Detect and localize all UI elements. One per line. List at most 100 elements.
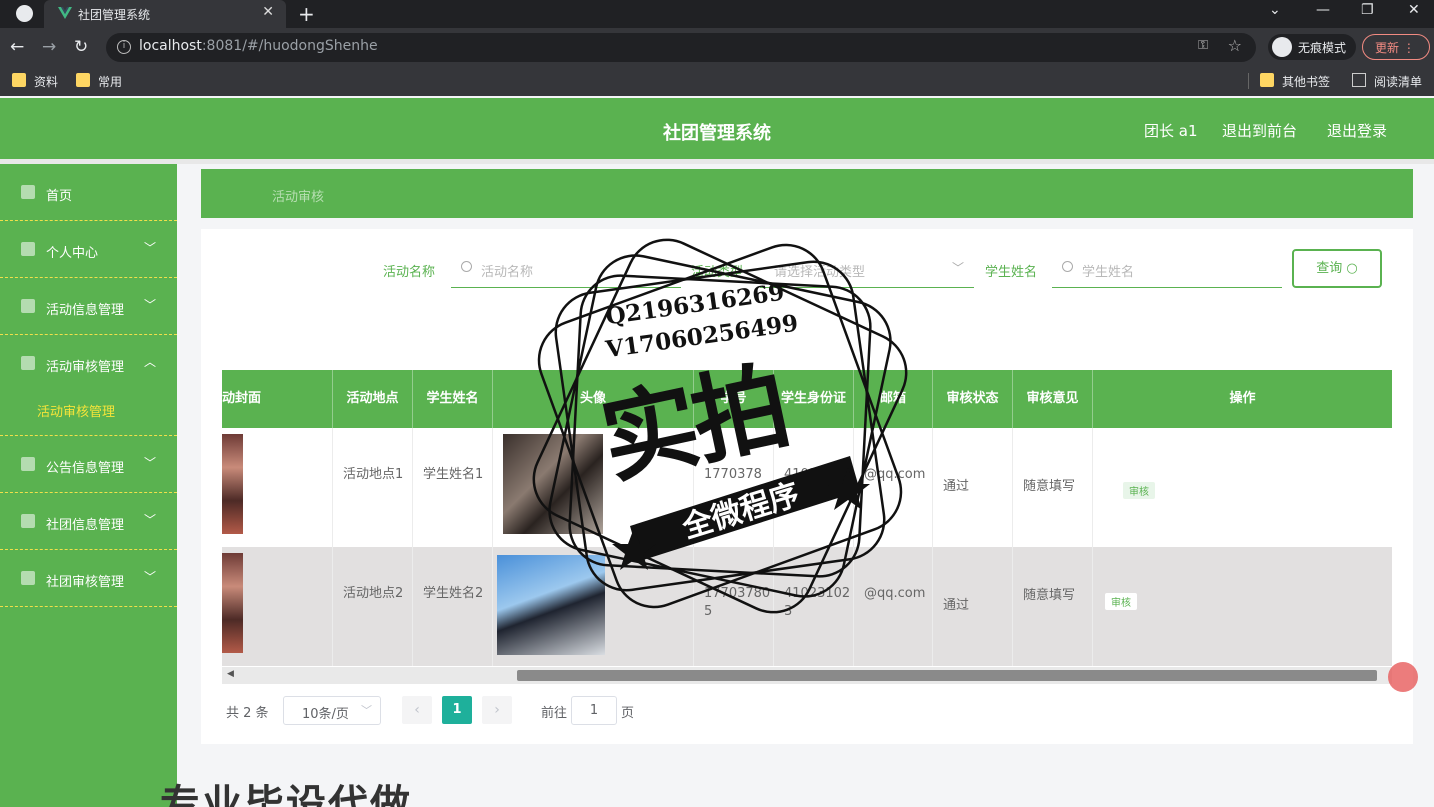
- student-name-input[interactable]: 学生姓名: [1052, 251, 1282, 288]
- folder-icon: [76, 73, 90, 87]
- sidebar-item-home[interactable]: 首页: [0, 164, 177, 221]
- actions-cell: 审核: [1093, 428, 1392, 547]
- cursor-highlight: [1388, 662, 1418, 692]
- reload-icon[interactable]: ↻: [74, 37, 88, 57]
- cover-image: [222, 434, 243, 534]
- reading-list-icon: [1352, 73, 1366, 87]
- sidebar-item-profile[interactable]: 个人中心 ﹀: [0, 221, 177, 278]
- horizontal-scrollbar[interactable]: ◀: [222, 667, 1392, 684]
- bookmark-folder[interactable]: 资料: [12, 73, 58, 90]
- audit-button[interactable]: 审核: [1105, 593, 1137, 610]
- key-icon[interactable]: ⚿: [1198, 38, 1208, 53]
- incognito-badge[interactable]: 无痕模式: [1268, 34, 1356, 60]
- chevron-down-icon: ﹀: [144, 298, 157, 312]
- folder-icon: [1260, 73, 1274, 87]
- breadcrumb: 活动审核: [201, 169, 1413, 218]
- col-student: 学生姓名: [413, 370, 493, 428]
- more-icon: ⋮: [1402, 41, 1415, 55]
- minimize-icon[interactable]: —: [1316, 2, 1330, 18]
- logout-link[interactable]: 退出登录: [1327, 120, 1387, 141]
- sidebar-item-activity-audit[interactable]: 活动审核管理 ︿: [0, 335, 177, 392]
- prev-page-button[interactable]: ‹: [402, 696, 432, 724]
- actions-cell: 审核: [1093, 547, 1392, 666]
- audit-button[interactable]: 审核: [1123, 482, 1155, 499]
- search-icon: [461, 261, 472, 272]
- forward-icon[interactable]: →: [42, 37, 56, 57]
- cover-cell: [222, 428, 333, 547]
- audit-icon: [21, 356, 35, 370]
- incognito-icon: [1272, 37, 1292, 57]
- opinion-cell: 随意填写: [1013, 428, 1093, 547]
- place-cell: 活动地点2: [333, 547, 413, 666]
- close-window-icon[interactable]: ✕: [1408, 2, 1420, 18]
- search-icon: ○: [1346, 261, 1358, 276]
- tab-title: 社团管理系统: [78, 8, 151, 22]
- submenu-activity-audit[interactable]: 活动审核管理: [0, 386, 177, 436]
- sidebar-item-activity[interactable]: 活动信息管理 ﹀: [0, 278, 177, 335]
- chevron-down-icon: ﹀: [144, 456, 157, 470]
- app-title: 社团管理系统: [663, 123, 771, 144]
- student-cell: 学生姓名1: [413, 428, 493, 547]
- header-divider: [0, 159, 1434, 164]
- place-cell: 活动地点1: [333, 428, 413, 547]
- status-cell: 通过: [933, 428, 1013, 547]
- col-actions: 操作: [1229, 391, 1256, 406]
- pagination-total: 共 2 条: [226, 706, 269, 721]
- sidebar: 首页 个人中心 ﹀ 活动信息管理 ﹀ 活动审核管理 ︿ 活动审核管理 公告信息管…: [0, 164, 177, 807]
- club-audit-icon: [21, 571, 35, 585]
- browser-tab[interactable]: 社团管理系统 ✕: [44, 0, 286, 28]
- browser-tab-bar: 社团管理系统 ✕ + ⌄ — ❐ ✕: [0, 0, 1434, 28]
- activity-name-label: 活动名称: [383, 265, 436, 280]
- exit-to-front-link[interactable]: 退出到前台: [1222, 120, 1297, 141]
- notice-icon: [21, 457, 35, 471]
- col-opinion: 审核意见: [1013, 370, 1093, 428]
- vue-logo-icon: [58, 7, 72, 19]
- goto-page-input[interactable]: 1: [571, 696, 617, 725]
- page-number-current[interactable]: 1: [442, 696, 472, 724]
- user-name: 团长 a1: [1144, 122, 1198, 140]
- page-size-select[interactable]: 10条/页 ﹀: [283, 696, 381, 725]
- bookmark-folder[interactable]: 常用: [76, 73, 122, 90]
- scroll-left-icon[interactable]: ◀: [227, 669, 234, 679]
- star-icon[interactable]: ☆: [1228, 36, 1242, 55]
- other-bookmarks[interactable]: 其他书签: [1260, 73, 1330, 90]
- chevron-up-icon: ︿: [144, 355, 157, 369]
- student-cell: 学生姓名2: [413, 547, 493, 666]
- home-icon: [21, 185, 35, 199]
- col-place: 活动地点: [333, 370, 413, 428]
- watermark-stamp: Q2196316269 V17060256499 实拍 全微程序: [530, 236, 910, 616]
- opinion-cell: 随意填写: [1013, 547, 1093, 666]
- sidebar-item-club[interactable]: 社团信息管理 ﹀: [0, 493, 177, 550]
- chevron-down-icon: ﹀: [144, 513, 157, 527]
- update-button[interactable]: 更新 ⋮: [1362, 34, 1430, 60]
- folder-icon: [12, 73, 26, 87]
- new-tab-icon[interactable]: +: [298, 2, 315, 26]
- site-info-icon[interactable]: i: [117, 40, 131, 54]
- next-page-button[interactable]: ›: [482, 696, 512, 724]
- globe-icon: [16, 5, 33, 22]
- scrollbar-thumb[interactable]: [517, 670, 1377, 681]
- sidebar-item-club-audit[interactable]: 社团审核管理 ﹀: [0, 550, 177, 607]
- restore-icon[interactable]: ❐: [1361, 2, 1374, 18]
- student-name-label: 学生姓名: [985, 265, 1038, 280]
- club-icon: [21, 514, 35, 528]
- goto-label: 前往: [541, 706, 568, 721]
- activity-icon: [21, 299, 35, 313]
- back-icon[interactable]: ←: [10, 37, 24, 57]
- col-cover: 动封面: [222, 370, 333, 428]
- chevron-down-icon: ﹀: [144, 570, 157, 584]
- bookmark-divider: [1248, 73, 1249, 89]
- app-header: 社团管理系统 团长 a1 退出到前台 退出登录: [0, 98, 1434, 159]
- breadcrumb-current: 活动审核: [272, 190, 325, 205]
- reading-list[interactable]: 阅读清单: [1352, 73, 1422, 90]
- close-tab-icon[interactable]: ✕: [262, 4, 274, 20]
- url-input[interactable]: i localhost:8081/#/huodongShenhe ⚿ ☆: [106, 33, 1256, 62]
- query-button[interactable]: 查询 ○: [1292, 249, 1382, 288]
- chevron-down-icon: ﹀: [361, 704, 372, 717]
- status-cell: 通过: [933, 547, 1013, 666]
- cover-cell: [222, 547, 333, 666]
- chevron-down-icon[interactable]: ⌄: [1269, 2, 1281, 18]
- cover-image: [222, 553, 243, 653]
- sidebar-item-notice[interactable]: 公告信息管理 ﹀: [0, 436, 177, 493]
- page-suffix: 页: [621, 706, 635, 721]
